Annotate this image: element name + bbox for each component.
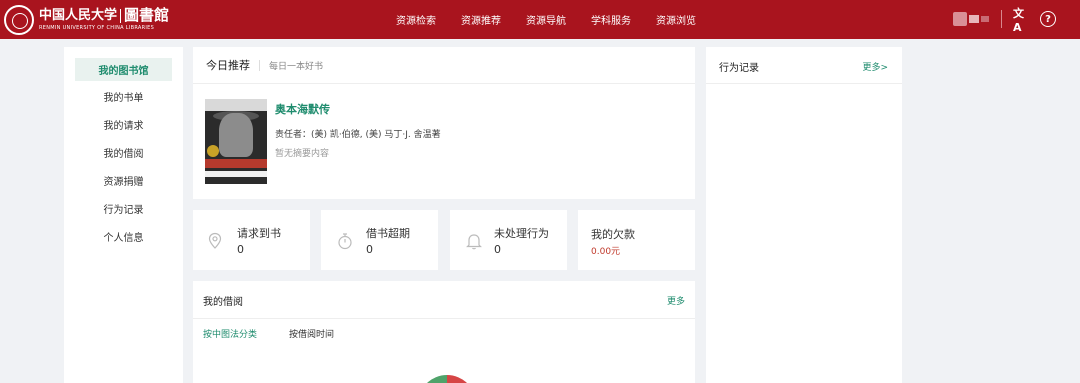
activity-log-more-link[interactable]: 更多> (862, 60, 888, 73)
stat-card-overdue[interactable]: 借书超期 0 (321, 210, 438, 270)
book-abstract: 暂无摘要内容 (275, 149, 330, 159)
sidebar: 我的图书馆 我的书单 我的请求 我的借阅 资源捐赠 行为记录 个人信息 (64, 47, 183, 383)
translate-icon[interactable]: 文A (1013, 7, 1029, 34)
borrow-panel: 我的借阅 更多 按中图法分类 按借阅时间 (193, 281, 695, 383)
main-nav: 资源检索 资源推荐 资源导航 学科服务 资源浏览 (396, 0, 721, 39)
logo-text: 中国人民大学 圖書館 RENMIN UNIVERSITY OF CHINA LI… (39, 8, 169, 31)
activity-log-title: 行为记录 (719, 63, 759, 74)
activity-log-panel: 行为记录 更多> (706, 47, 902, 383)
stat-value: 0 (237, 243, 244, 256)
stat-label: 借书超期 (366, 227, 410, 240)
sidebar-item-my-library[interactable]: 我的图书馆 (75, 58, 172, 81)
location-pin-icon (208, 232, 222, 249)
library-logo[interactable]: 中国人民大学 圖書館 RENMIN UNIVERSITY OF CHINA LI… (0, 0, 169, 39)
book-author: 责任者：(美) 凯·伯德, (美) 马丁·J. 舍温著 (275, 130, 441, 140)
stat-card-debt[interactable]: 我的欠款 0.00元 (578, 210, 695, 270)
borrow-header: 我的借阅 更多 (193, 281, 695, 319)
logo-cn-name: 中国人民大学 (39, 8, 118, 23)
nav-subject-service[interactable]: 学科服务 (591, 12, 631, 27)
book-title-link[interactable]: 奥本海默传 (275, 101, 330, 117)
sidebar-item-personal-info[interactable]: 个人信息 (75, 225, 172, 248)
borrow-more-link[interactable]: 更多 (667, 294, 685, 307)
bell-icon (466, 234, 482, 250)
user-avatar-blurred[interactable] (953, 11, 993, 27)
stat-card-requests[interactable]: 请求到书 0 (193, 210, 310, 270)
tab-by-classification[interactable]: 按中图法分类 (203, 327, 257, 340)
sidebar-item-donation[interactable]: 资源捐赠 (75, 169, 172, 192)
header-divider (1001, 10, 1002, 28)
nav-resource-browse[interactable]: 资源浏览 (656, 12, 696, 27)
sidebar-item-my-borrowing[interactable]: 我的借阅 (75, 141, 172, 164)
nav-resource-recommend[interactable]: 资源推荐 (461, 12, 501, 27)
logo-library: 圖書館 (124, 6, 170, 24)
recommend-panel: 今日推荐 每日一本好书 奥本海默传 责任者：(美) 凯·伯德, (美) 马丁·J… (193, 47, 695, 199)
tab-by-borrow-time[interactable]: 按借阅时间 (289, 327, 334, 340)
nav-resource-search[interactable]: 资源检索 (396, 12, 436, 27)
debt-amount: 0.00元 (591, 247, 621, 257)
stat-label: 请求到书 (237, 227, 281, 240)
university-seal-icon (4, 4, 34, 35)
stat-value: 0 (366, 243, 373, 256)
logo-en-name: RENMIN UNIVERSITY OF CHINA LIBRARIES (39, 25, 155, 31)
borrow-title: 我的借阅 (203, 297, 243, 308)
recommend-subtitle: 每日一本好书 (269, 61, 324, 72)
recommend-title: 今日推荐 (206, 59, 250, 72)
help-icon[interactable]: ? (1040, 11, 1056, 27)
activity-log-header: 行为记录 更多> (706, 47, 902, 84)
stat-label: 我的欠款 (591, 228, 635, 241)
sidebar-item-my-requests[interactable]: 我的请求 (75, 113, 172, 136)
stat-value: 0 (494, 243, 501, 256)
stopwatch-icon (338, 233, 352, 250)
stat-label: 未处理行为 (494, 227, 549, 240)
borrow-pie-chart (418, 375, 476, 383)
sidebar-item-activity-log[interactable]: 行为记录 (75, 197, 172, 220)
sidebar-item-my-booklist[interactable]: 我的书单 (75, 85, 172, 108)
nav-resource-guide[interactable]: 资源导航 (526, 12, 566, 27)
stat-card-pending[interactable]: 未处理行为 0 (450, 210, 567, 270)
top-header: 中国人民大学 圖書館 RENMIN UNIVERSITY OF CHINA LI… (0, 0, 1080, 39)
book-cover-image[interactable] (205, 99, 267, 184)
recommend-header: 今日推荐 每日一本好书 (193, 47, 695, 84)
